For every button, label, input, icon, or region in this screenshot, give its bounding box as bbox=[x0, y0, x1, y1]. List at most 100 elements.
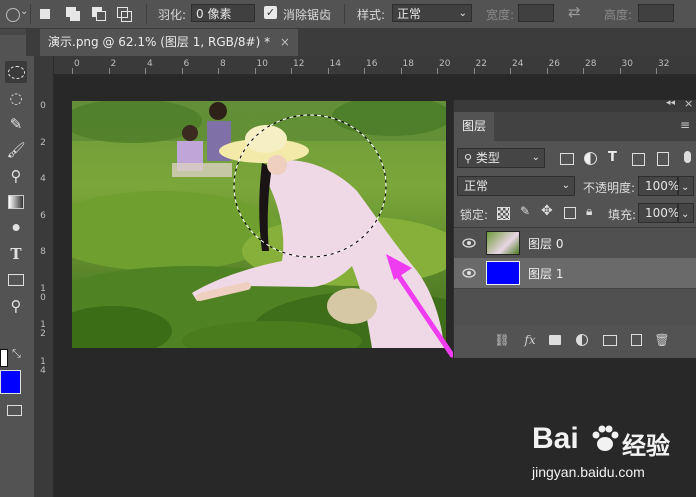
style-select-value: 正常 bbox=[397, 7, 422, 21]
swap-icon[interactable]: ⇄ bbox=[568, 3, 581, 21]
ruler-top-tick: 26 bbox=[548, 59, 560, 69]
chevron-down-icon: ⌄ bbox=[531, 152, 540, 163]
link-layers-icon[interactable]: ⛓︎ bbox=[494, 332, 510, 348]
vertical-ruler[interactable]: 0 2 4 6 8 1 0 1 2 1 4 bbox=[35, 56, 54, 497]
panel-header-bar: ◂◂ × bbox=[454, 97, 696, 112]
new-selection-icon[interactable] bbox=[40, 9, 50, 19]
brush-icon[interactable]: 🖌︎ bbox=[5, 139, 27, 161]
ruler-top-tick-mark bbox=[145, 68, 146, 74]
document-tab[interactable]: 演示.png @ 62.1% (图层 1, RGB/8#) * × bbox=[40, 29, 298, 56]
ruler-top-tick: 10 bbox=[256, 59, 268, 69]
opacity-label: 不透明度: bbox=[583, 181, 636, 195]
ruler-top-tick: 0 bbox=[74, 59, 80, 69]
ruler-top-tick-mark bbox=[510, 68, 511, 74]
new-layer-icon[interactable] bbox=[628, 332, 644, 348]
width-input[interactable] bbox=[518, 4, 554, 22]
opacity-value: 100% bbox=[645, 179, 680, 193]
height-input[interactable] bbox=[638, 4, 674, 22]
ruler-top-tick-mark bbox=[656, 68, 657, 74]
foreground-color-swatch[interactable] bbox=[0, 349, 8, 367]
ruler-top-tick: 30 bbox=[621, 59, 633, 69]
ruler-top-tick-mark bbox=[364, 68, 365, 74]
blend-mode-select[interactable]: 正常 ⌄ bbox=[457, 176, 575, 196]
filter-image-icon[interactable] bbox=[560, 153, 574, 165]
rectangle-tool-icon[interactable] bbox=[5, 269, 27, 291]
chevron-down-icon: ⌄ bbox=[681, 182, 690, 193]
panel-menu-icon[interactable]: ≡ bbox=[680, 118, 690, 132]
feather-label: 羽化: bbox=[158, 8, 187, 22]
close-panel-icon[interactable]: × bbox=[684, 97, 693, 110]
elliptical-marquee-icon[interactable] bbox=[5, 61, 27, 83]
fill-input[interactable]: 100% bbox=[638, 203, 679, 223]
filter-shape-icon[interactable] bbox=[632, 153, 645, 166]
watermark-brand-cn: 经验 bbox=[622, 432, 670, 460]
quick-mask-icon[interactable] bbox=[7, 405, 22, 416]
ruler-top-tick: 16 bbox=[366, 59, 378, 69]
gradient-icon[interactable] bbox=[5, 191, 27, 213]
add-mask-icon[interactable] bbox=[547, 332, 563, 348]
ruler-top-tick: 32 bbox=[658, 59, 670, 69]
ruler-left-tick: 1 0 bbox=[40, 283, 46, 303]
collapse-panel-icon[interactable]: ◂◂ bbox=[666, 98, 675, 108]
fill-dropdown[interactable]: ⌄ bbox=[678, 203, 694, 223]
lock-paint-icon[interactable]: ✎ bbox=[520, 204, 530, 218]
quick-selection-icon[interactable]: ◌ bbox=[5, 87, 27, 109]
filter-toggle-icon[interactable] bbox=[684, 151, 691, 163]
chevron-down-icon: ⌄ bbox=[681, 209, 690, 220]
filter-adjustment-icon[interactable] bbox=[584, 152, 597, 165]
opacity-dropdown[interactable]: ⌄ bbox=[678, 176, 694, 196]
swap-colors-icon[interactable]: ⤡ bbox=[12, 347, 21, 361]
tool-preset-icon[interactable] bbox=[6, 8, 20, 22]
tools-panel: ◌ ✎ 🖌︎ ⚲ ⚫︎ T ⚲ ⤡ bbox=[0, 29, 35, 497]
width-label: 宽度: bbox=[486, 8, 515, 22]
eyedropper-icon[interactable]: ✎ bbox=[5, 113, 27, 135]
add-selection-icon[interactable] bbox=[66, 7, 80, 21]
tab-layers[interactable]: 图层 bbox=[454, 112, 494, 141]
layer-row-0[interactable]: 图层 0 bbox=[454, 228, 696, 259]
lock-artboard-icon[interactable] bbox=[564, 207, 576, 219]
lock-transparent-icon[interactable] bbox=[497, 207, 510, 220]
height-label: 高度: bbox=[604, 8, 633, 22]
eye-icon[interactable] bbox=[462, 267, 476, 279]
ruler-top-tick: 20 bbox=[439, 59, 451, 69]
adjustment-layer-icon[interactable] bbox=[574, 332, 590, 348]
layer-name-0: 图层 0 bbox=[528, 237, 564, 251]
background-color-swatch[interactable] bbox=[0, 370, 21, 394]
lock-position-icon[interactable]: ✥ bbox=[541, 203, 553, 219]
filter-type-icon[interactable]: T bbox=[608, 150, 617, 165]
ruler-top-tick-mark bbox=[72, 68, 73, 74]
layer-style-fx-icon[interactable]: fx bbox=[522, 332, 538, 348]
preset-chevron-icon[interactable]: ⌄ bbox=[20, 6, 28, 17]
dodge-icon[interactable]: ⚫︎ bbox=[5, 217, 27, 239]
ruler-top-tick-mark bbox=[583, 68, 584, 74]
eye-icon[interactable] bbox=[462, 237, 476, 249]
layers-list: 图层 0 图层 1 bbox=[454, 227, 696, 326]
ruler-top-tick: 12 bbox=[293, 59, 305, 69]
style-select[interactable]: 正常 ⌄ bbox=[392, 4, 472, 22]
zoom-icon[interactable]: ⚲ bbox=[5, 295, 27, 317]
feather-input[interactable]: 0 像素 bbox=[191, 4, 255, 22]
layer-row-1[interactable]: 图层 1 bbox=[454, 258, 696, 289]
ruler-top-tick: 6 bbox=[183, 59, 190, 69]
ruler-top-tick: 28 bbox=[585, 59, 597, 69]
subtract-selection-icon[interactable] bbox=[92, 7, 106, 21]
new-group-folder-icon[interactable] bbox=[602, 332, 618, 348]
ruler-top-tick: 14 bbox=[329, 59, 341, 69]
delete-layer-icon[interactable]: 🗑︎ bbox=[654, 332, 670, 348]
annotation-arrow bbox=[386, 254, 455, 358]
opacity-input[interactable]: 100% bbox=[638, 176, 680, 196]
chevron-down-icon: ⌄ bbox=[561, 180, 570, 191]
lock-all-icon[interactable]: 🔒︎ bbox=[586, 204, 592, 219]
filter-smart-object-icon[interactable] bbox=[657, 152, 669, 166]
antialias-checkbox[interactable]: ✓ bbox=[264, 6, 277, 19]
lock-label: 锁定: bbox=[460, 208, 489, 222]
layer-filter-select[interactable]: ⚲ 类型 ⌄ bbox=[457, 148, 545, 168]
horizontal-ruler[interactable]: 0 2 4 6 8 10 12 14 16 18 20 22 24 26 28 30 32 bbox=[56, 56, 696, 75]
document-tab-bar: 演示.png @ 62.1% (图层 1, RGB/8#) * × bbox=[26, 29, 696, 56]
intersect-selection-icon[interactable] bbox=[117, 7, 132, 22]
stamp-icon[interactable]: ⚲ bbox=[5, 165, 27, 187]
ruler-top-tick-mark bbox=[473, 68, 475, 74]
type-tool-icon[interactable]: T bbox=[5, 243, 27, 265]
close-icon[interactable]: × bbox=[280, 35, 290, 49]
ruler-top-tick: 2 bbox=[110, 59, 117, 69]
